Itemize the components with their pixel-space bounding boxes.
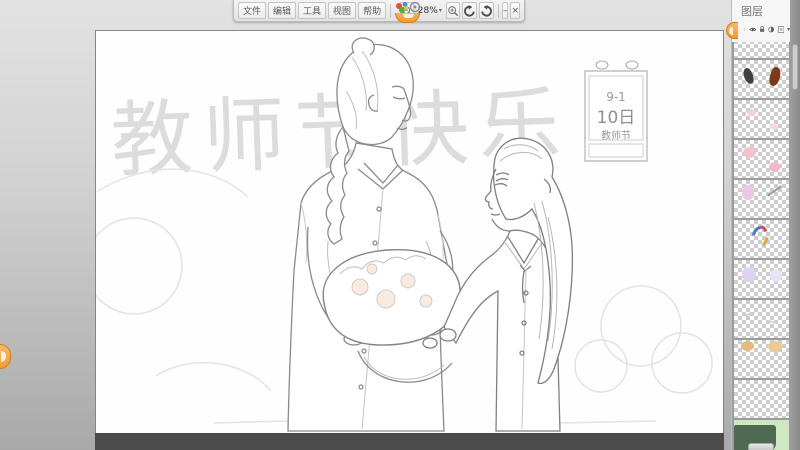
zoom-in-icon: [447, 5, 459, 17]
app-window: 文件 编辑 工具 视图 帮助 28% ▾: [0, 0, 800, 450]
layer-thumbnail-lavender[interactable]: [734, 258, 789, 298]
sketch-artwork: 教师节快乐 9-1 10日 教师节: [96, 31, 723, 433]
menu-tools[interactable]: 工具: [298, 2, 326, 19]
color-palette-icon: [394, 1, 422, 14]
redo-icon: [480, 4, 493, 17]
layer-thumbnail-content: [767, 185, 782, 196]
layer-thumbnail-content: [770, 269, 782, 282]
layers-panel-title: 图层: [732, 0, 790, 20]
layer-thumbnail-content: [768, 341, 782, 352]
layer-thumbnail-content: [741, 341, 754, 351]
panel-resize-handle[interactable]: [748, 443, 774, 450]
canvas-bottom-strip: [95, 433, 724, 450]
menu-edit[interactable]: 编辑: [268, 2, 296, 19]
undo-icon: [463, 4, 476, 17]
calendar-month: 9-1: [606, 90, 626, 104]
lock-icon[interactable]: [759, 24, 765, 34]
layers-panel-toolbar: · ▾: [732, 20, 790, 39]
layers-panel: 图层 · ▾: [731, 0, 790, 450]
calendar-event: 教师节: [601, 129, 631, 142]
color-palette-button[interactable]: [394, 0, 398, 22]
layer-thumbnail-content: [743, 147, 756, 158]
layer-thumbnail-blush-light[interactable]: [734, 98, 789, 138]
layer-thumbnail-content: [742, 185, 754, 200]
layer-thumbnail-content: [769, 162, 780, 172]
minimize-button[interactable]: –: [502, 2, 509, 19]
menu-file[interactable]: 文件: [238, 2, 266, 19]
layer-thumbnail-content: [747, 109, 756, 116]
redo-button[interactable]: [479, 2, 494, 19]
layers-list: [732, 42, 791, 450]
blend-square-icon[interactable]: [778, 25, 784, 34]
contrast-icon[interactable]: [768, 25, 774, 34]
eye-icon[interactable]: [749, 25, 757, 34]
calendar-day: 10日: [597, 108, 636, 128]
dropdown-caret-icon: ▾: [439, 7, 442, 14]
layer-thumbnail-strand[interactable]: [734, 42, 789, 58]
layers-panel-collapse-tab[interactable]: [726, 22, 738, 39]
layer-thumbnail-blush[interactable]: [734, 138, 789, 178]
zoom-in-button[interactable]: [446, 2, 460, 19]
menu-view[interactable]: 视图: [328, 2, 356, 19]
layer-thumbnail-content: [768, 66, 783, 87]
layer-thumbnail-pink-marks[interactable]: [734, 178, 789, 218]
layer-thumbnail-content: [769, 320, 776, 324]
toolbar: 文件 编辑 工具 视图 帮助 28% ▾: [233, 0, 525, 22]
layer-thumbnail-content: [745, 311, 755, 316]
undo-button[interactable]: [462, 2, 477, 19]
menu-help[interactable]: 帮助: [358, 2, 386, 19]
layer-thumbnail-hair-curls[interactable]: [734, 58, 789, 98]
layer-thumbnail-content: [741, 67, 756, 85]
layer-thumbnail-rainbow-stroke[interactable]: [734, 218, 789, 258]
left-panel-tab[interactable]: [0, 344, 11, 369]
drawing-canvas[interactable]: 教师节快乐 9-1 10日 教师节: [95, 30, 724, 434]
layer-thumbnail-tan-spots[interactable]: [734, 338, 789, 378]
calendar-sketch: 9-1 10日 教师节: [585, 61, 647, 161]
scrollbar-track[interactable]: [790, 0, 800, 450]
close-button[interactable]: ×: [510, 2, 520, 19]
scrollbar-thumb[interactable]: [792, 44, 798, 90]
toolbar-collapse-handle[interactable]: [395, 13, 420, 23]
layer-thumbnail-content: [770, 123, 778, 130]
bullet-icon: ·: [743, 25, 746, 34]
layer-thumbnail-empty[interactable]: [734, 378, 789, 418]
layer-thumbnail-faint-marks[interactable]: [734, 298, 789, 338]
layer-thumbnail-content: [742, 267, 756, 282]
